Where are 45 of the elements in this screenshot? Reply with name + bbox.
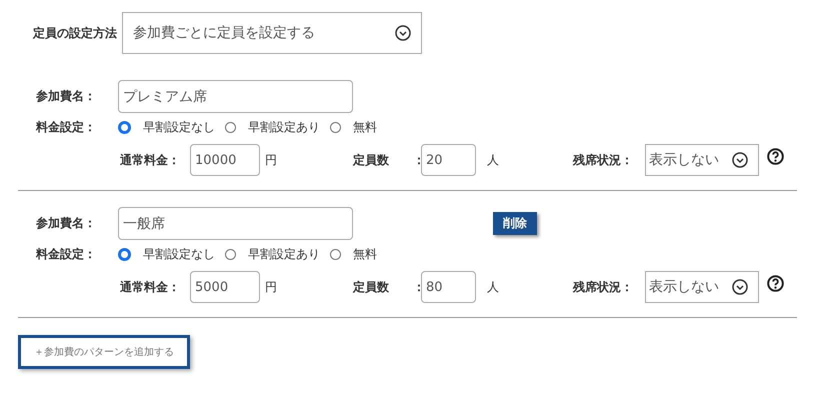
- capacity-field[interactable]: 20: [421, 144, 476, 176]
- fee-name-field[interactable]: 一般席: [118, 207, 353, 240]
- field-label: 料金設定：: [34, 119, 97, 136]
- remaining-select[interactable]: 表示しない: [645, 271, 759, 303]
- chevron-down-icon: [395, 25, 411, 41]
- radio-label: 早割設定あり: [248, 119, 320, 136]
- unit-label: 人: [487, 278, 500, 296]
- colon-label: ：: [413, 278, 421, 296]
- unit-label: 人: [487, 152, 500, 168]
- radio-label: 早割設定あり: [248, 246, 320, 263]
- capacity-field[interactable]: 80: [421, 271, 476, 303]
- help-icon[interactable]: [767, 148, 784, 164]
- radio-button[interactable]: [118, 121, 131, 134]
- field-label: 定員数: [353, 152, 390, 168]
- field-label: 通常料金：: [120, 278, 181, 296]
- radio-label: 早割設定なし: [143, 119, 215, 136]
- price-field[interactable]: 10000: [190, 144, 260, 176]
- colon-label: ：: [413, 152, 421, 168]
- field-label: 参加費名：: [35, 88, 97, 105]
- help-icon[interactable]: [767, 274, 784, 292]
- chevron-down-icon: [732, 152, 748, 168]
- field-label: 参加費名：: [35, 215, 97, 232]
- field-label: 通常料金：: [120, 152, 181, 168]
- radio-label: 早割設定なし: [143, 246, 215, 263]
- unit-label: 円: [265, 152, 278, 168]
- radio-button[interactable]: [330, 122, 341, 133]
- fee-name-field[interactable]: プレミアム席: [118, 80, 353, 113]
- unit-label: 円: [265, 278, 278, 296]
- radio-label: 無料: [353, 119, 377, 136]
- field-label: 残席状況：: [573, 278, 634, 296]
- remaining-select[interactable]: 表示しない: [645, 144, 759, 176]
- radio-button[interactable]: [330, 249, 341, 260]
- field-label: 定員数: [353, 278, 390, 296]
- radio-label: 無料: [353, 246, 377, 263]
- method-select[interactable]: 参加費ごとに定員を設定する: [122, 12, 422, 54]
- radio-button[interactable]: [225, 249, 236, 260]
- field-label: 料金設定：: [34, 246, 97, 263]
- radio-button[interactable]: [225, 122, 236, 133]
- price-field[interactable]: 5000: [190, 271, 260, 303]
- field-label: 残席状況：: [573, 152, 634, 168]
- chevron-down-icon: [732, 279, 748, 295]
- field-label: 定員の設定方法: [33, 24, 117, 42]
- add-fee-button[interactable]: ＋参加費のパターンを追加する: [18, 335, 190, 369]
- delete-button[interactable]: 削除: [493, 212, 537, 235]
- radio-button[interactable]: [118, 248, 131, 261]
